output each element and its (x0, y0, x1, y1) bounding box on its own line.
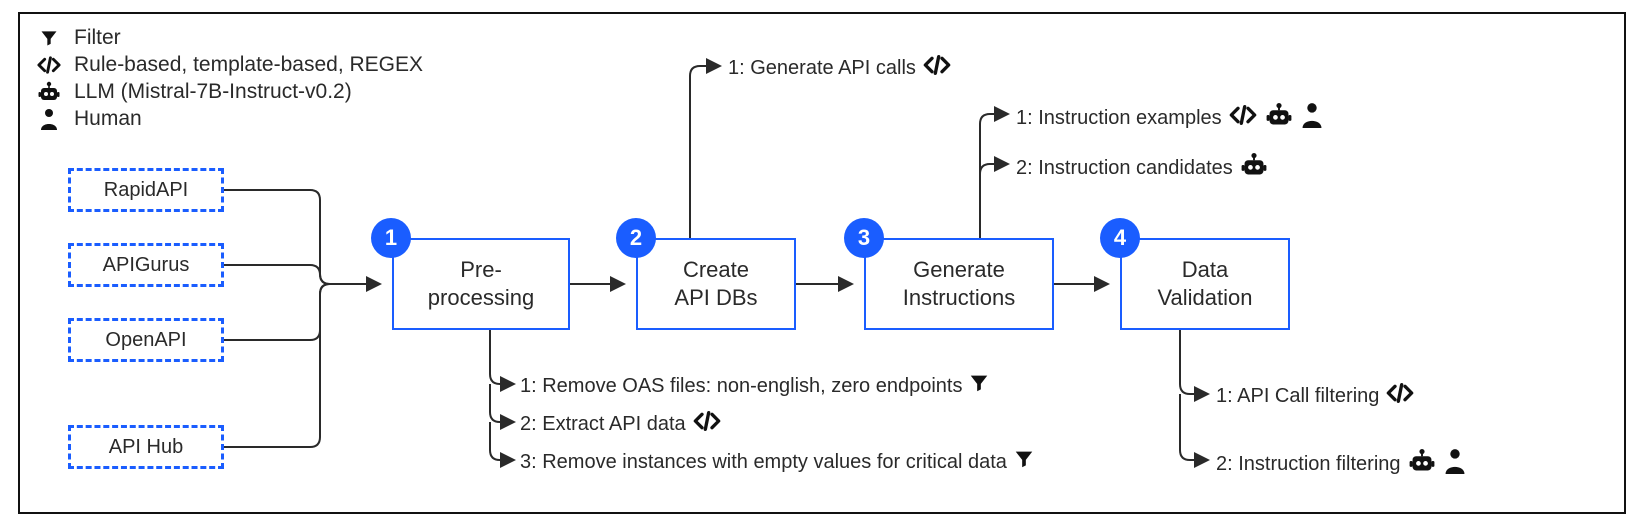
note-gi-2: 2: Instruction candidates (1016, 152, 1269, 184)
robot-icon (1264, 102, 1294, 134)
note-text: 1: Instruction examples (1016, 107, 1222, 130)
diagram-frame: Filter Rule-based, template-based, REGEX… (18, 12, 1626, 514)
code-icon (1228, 104, 1258, 132)
robot-icon (1407, 448, 1437, 480)
note-pre-2: 2: Extract API data (520, 410, 722, 438)
note-dv-2: 2: Instruction filtering (1216, 448, 1467, 480)
note-gi-1: 1: Instruction examples (1016, 102, 1324, 134)
note-pre-3: 3: Remove instances with empty values fo… (520, 448, 1035, 476)
code-icon (692, 410, 722, 438)
note-dv-1: 1: API Call filtering (1216, 382, 1415, 410)
note-text: 2: Extract API data (520, 413, 686, 436)
note-text: 1: Generate API calls (728, 57, 916, 80)
note-text: 2: Instruction candidates (1016, 157, 1233, 180)
note-text: 1: Remove OAS files: non-english, zero e… (520, 375, 962, 398)
human-icon (1443, 448, 1467, 480)
note-generate-api-calls: 1: Generate API calls (728, 54, 952, 82)
filter-icon (968, 372, 990, 400)
robot-icon (1239, 152, 1269, 184)
filter-icon (1013, 448, 1035, 476)
note-pre-1: 1: Remove OAS files: non-english, zero e… (520, 372, 990, 400)
note-text: 3: Remove instances with empty values fo… (520, 451, 1007, 474)
code-icon (1385, 382, 1415, 410)
note-text: 1: API Call filtering (1216, 385, 1379, 408)
note-text: 2: Instruction filtering (1216, 453, 1401, 476)
code-icon (922, 54, 952, 82)
connectors (20, 14, 1628, 516)
human-icon (1300, 102, 1324, 134)
